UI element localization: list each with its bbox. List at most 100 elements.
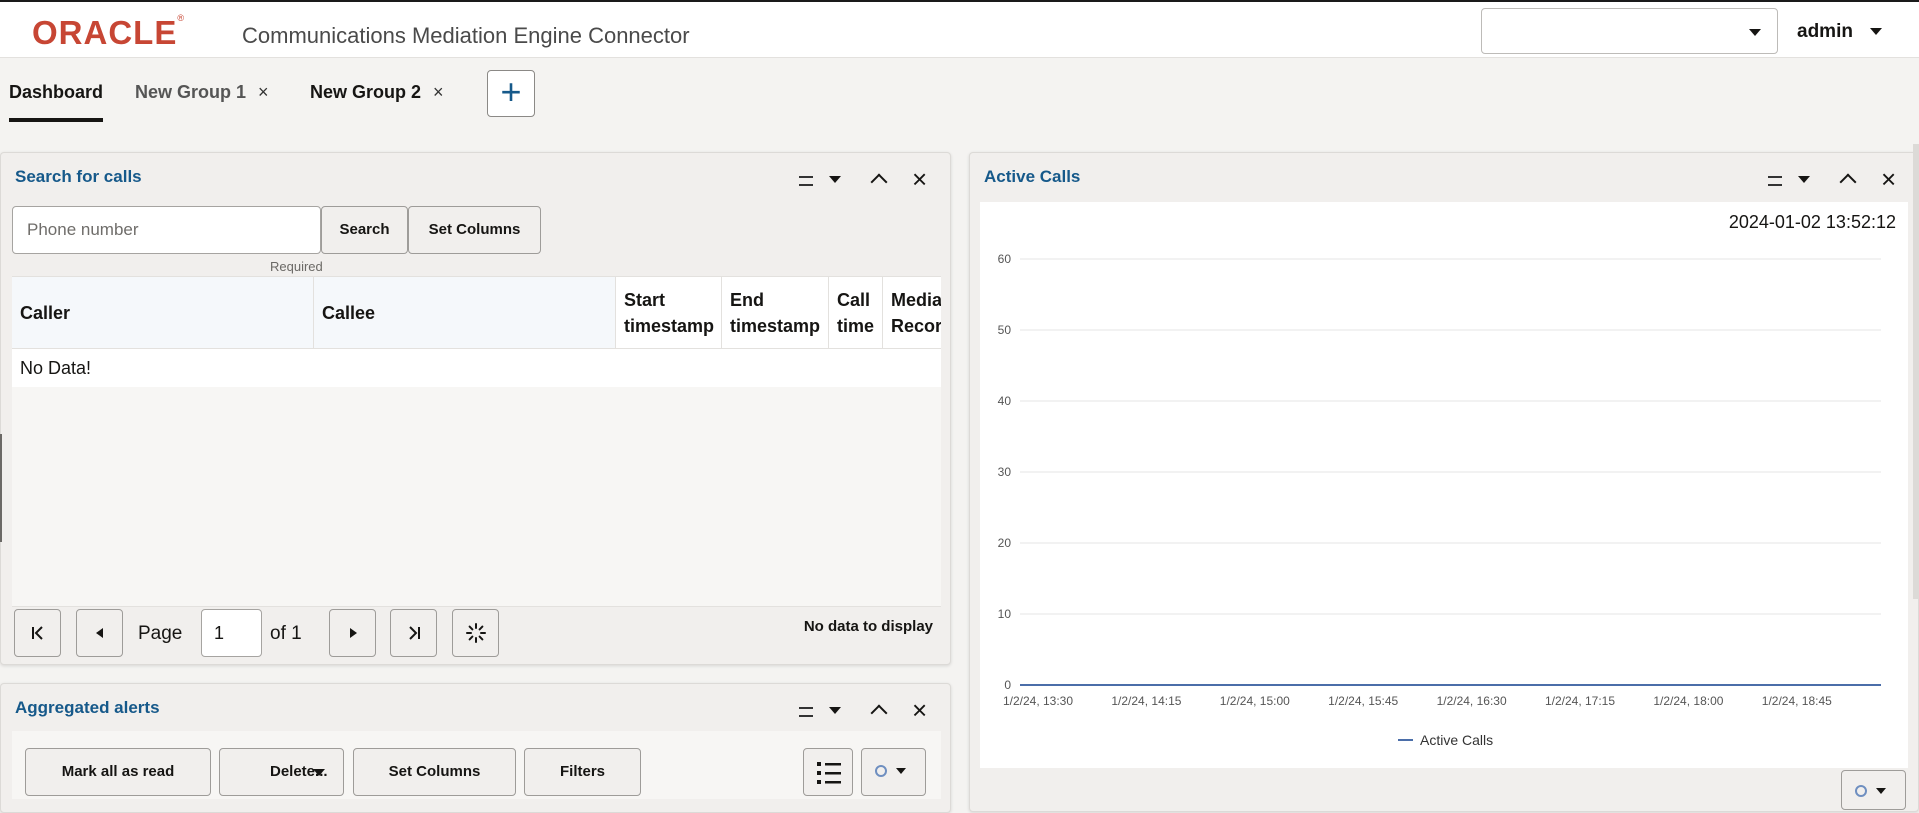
- filters-button[interactable]: Filters: [524, 748, 641, 796]
- chevron-down-icon: [1749, 29, 1761, 36]
- settings-icon: [1855, 785, 1886, 797]
- panel-controls: ×: [799, 166, 949, 192]
- chevron-down-icon[interactable]: [829, 176, 841, 183]
- close-icon[interactable]: ×: [1881, 166, 1896, 192]
- y-tick-label: 10: [998, 607, 1012, 621]
- chevron-up-icon[interactable]: [870, 704, 888, 722]
- list-view-button[interactable]: [803, 748, 853, 796]
- delete-menu-button[interactable]: Delete...: [219, 748, 344, 796]
- y-tick-label: 30: [998, 465, 1012, 479]
- chart-settings-button[interactable]: [1841, 770, 1906, 810]
- pager-status: No data to display: [803, 618, 933, 635]
- y-tick-label: 60: [998, 252, 1012, 266]
- total-pages: 1: [291, 623, 302, 644]
- x-tick-label: 1/2/24, 13:30: [1003, 694, 1073, 708]
- y-tick-label: 20: [998, 536, 1012, 550]
- dashboard-tabs: Dashboard New Group 1 × New Group 2 ×: [0, 60, 1919, 130]
- chevron-up-icon[interactable]: [870, 173, 888, 191]
- chevron-down-icon: [313, 769, 325, 776]
- mark-all-read-button[interactable]: Mark all as read: [25, 748, 211, 796]
- active-calls-chart-card: 2024-01-02 13:52:12 0 10 20 30 40 50 60 1/2/24,…: [980, 202, 1908, 768]
- required-hint: Required: [270, 259, 323, 274]
- x-tick-label: 1/2/24, 17:15: [1545, 694, 1615, 708]
- y-tick-label: 40: [998, 394, 1012, 408]
- close-icon[interactable]: ×: [258, 82, 269, 103]
- alerts-set-columns-button[interactable]: Set Columns: [353, 748, 516, 796]
- user-menu[interactable]: admin: [1797, 21, 1853, 43]
- empty-table-message: No Data!: [12, 349, 941, 387]
- minimize-icon[interactable]: [799, 707, 813, 717]
- column-header-call-time[interactable]: Call time: [829, 277, 883, 348]
- chevron-up-icon[interactable]: [1839, 173, 1857, 191]
- first-page-button[interactable]: [14, 609, 61, 657]
- phone-number-input[interactable]: [12, 206, 321, 254]
- last-page-button[interactable]: [390, 609, 437, 657]
- y-tick-label: 0: [1004, 678, 1011, 692]
- set-columns-button[interactable]: Set Columns: [408, 206, 541, 254]
- tab-dashboard[interactable]: Dashboard: [9, 82, 104, 122]
- x-tick-label: 1/2/24, 15:45: [1328, 694, 1398, 708]
- previous-page-icon: [95, 628, 103, 638]
- tab-new-group-2[interactable]: New Group 2 ×: [310, 82, 444, 118]
- refresh-icon: [465, 623, 486, 643]
- logo-text: ORACLE: [32, 14, 178, 51]
- chevron-down-icon[interactable]: [1870, 28, 1882, 35]
- top-bar: ORACLE® Communications Mediation Engine …: [0, 0, 1919, 58]
- column-header-callee[interactable]: Callee: [314, 277, 616, 348]
- x-tick-label: 1/2/24, 18:45: [1762, 694, 1832, 708]
- column-header-start-timestamp[interactable]: Start timestamp: [616, 277, 722, 348]
- chevron-down-icon[interactable]: [1798, 176, 1810, 183]
- context-select[interactable]: [1481, 8, 1778, 54]
- panel-title: Search for calls: [15, 167, 142, 186]
- active-calls-chart: 0 10 20 30 40 50 60 1/2/24, 13:30 1/2/24, 14:15 1…: [998, 252, 1881, 748]
- legend-label: Active Calls: [1420, 732, 1493, 748]
- logo-registered-mark: ®: [177, 13, 185, 23]
- of-label: of: [270, 623, 286, 644]
- view-options-button[interactable]: [861, 748, 926, 796]
- previous-page-button[interactable]: [76, 609, 123, 657]
- minimize-icon[interactable]: [799, 176, 813, 186]
- x-tick-label: 1/2/24, 15:00: [1220, 694, 1290, 708]
- close-icon[interactable]: ×: [433, 82, 444, 103]
- tab-label: New Group 1: [135, 82, 247, 102]
- x-tick-label: 1/2/24, 18:00: [1653, 694, 1723, 708]
- resize-handle[interactable]: [0, 434, 8, 542]
- last-page-icon: [408, 626, 420, 640]
- panel-title: Active Calls: [984, 167, 1081, 186]
- page-count: of 1: [270, 623, 302, 645]
- column-header-media-recording[interactable]: Media Recor: [883, 277, 941, 348]
- next-page-icon: [349, 628, 357, 638]
- y-tick-label: 50: [998, 323, 1012, 337]
- refresh-button[interactable]: [452, 609, 499, 657]
- oracle-logo: ORACLE®: [32, 13, 185, 51]
- tab-label: New Group 2: [310, 82, 422, 102]
- table-header: Caller Callee Start timestamp End timest…: [12, 277, 941, 349]
- page-scrollbar[interactable]: [1913, 144, 1919, 599]
- plus-icon: +: [500, 71, 522, 112]
- table-pager: Page 1 of 1 No data to display: [12, 606, 941, 659]
- list-view-icon: [817, 762, 841, 784]
- panel-controls: ×: [1768, 166, 1918, 192]
- close-icon[interactable]: ×: [912, 166, 927, 192]
- x-tick-label: 1/2/24, 14:15: [1111, 694, 1181, 708]
- tab-label: Dashboard: [9, 82, 104, 102]
- tab-new-group-1[interactable]: New Group 1 ×: [135, 82, 269, 118]
- column-header-caller[interactable]: Caller: [12, 277, 314, 348]
- page-number-input[interactable]: 1: [201, 609, 262, 657]
- panel-controls: ×: [799, 697, 949, 723]
- first-page-icon: [31, 626, 43, 640]
- close-icon[interactable]: ×: [912, 697, 927, 723]
- app-title: Communications Mediation Engine Connecto…: [242, 23, 690, 48]
- page-label: Page: [138, 623, 183, 644]
- x-tick-label: 1/2/24, 16:30: [1437, 694, 1507, 708]
- column-header-end-timestamp[interactable]: End timestamp: [722, 277, 829, 348]
- next-page-button[interactable]: [329, 609, 376, 657]
- search-button[interactable]: Search: [321, 206, 408, 254]
- chart-footer: [980, 768, 1908, 799]
- calls-table: Caller Callee Start timestamp End timest…: [12, 276, 941, 607]
- panel-title: Aggregated alerts: [15, 698, 160, 717]
- settings-icon: [875, 765, 906, 777]
- add-tab-button[interactable]: +: [487, 70, 535, 117]
- minimize-icon[interactable]: [1768, 176, 1782, 186]
- chevron-down-icon[interactable]: [829, 707, 841, 714]
